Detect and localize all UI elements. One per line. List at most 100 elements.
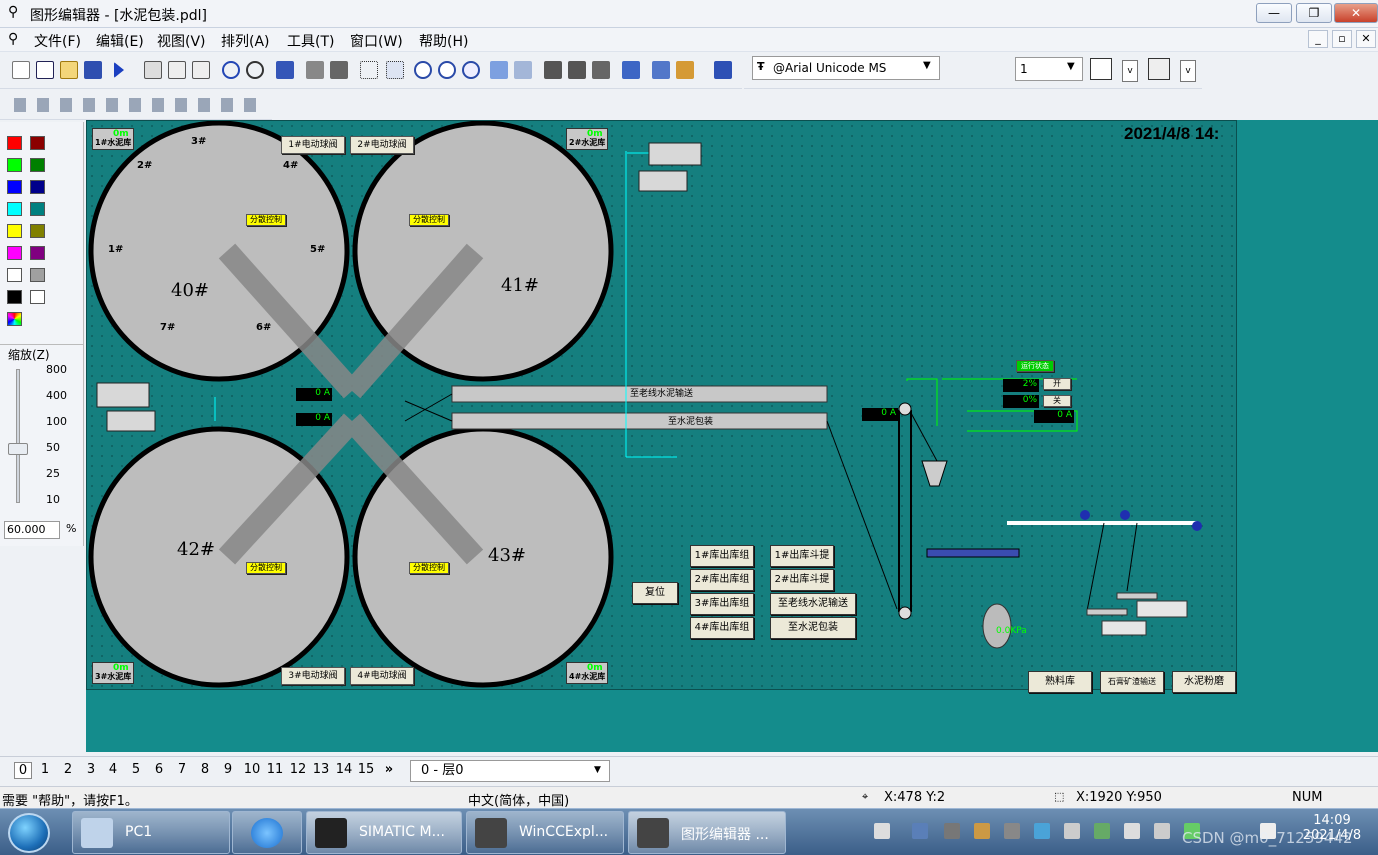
tray-app-icon[interactable] <box>1004 823 1020 839</box>
color-swatch[interactable] <box>30 268 45 282</box>
new-icon[interactable] <box>12 61 30 79</box>
chevron-down-icon[interactable]: v <box>1180 60 1196 82</box>
zoom-mark[interactable]: 800 <box>46 363 67 376</box>
menu-file[interactable]: 文件(F) <box>34 31 81 51</box>
undo-icon[interactable] <box>222 61 240 79</box>
redo-icon[interactable] <box>246 61 264 79</box>
fill-icon[interactable] <box>1148 58 1170 80</box>
menu-arrange[interactable]: 排列(A) <box>221 31 270 51</box>
mdi-restore-button[interactable]: ▫ <box>1332 30 1352 48</box>
valve-4-button[interactable]: 4#电动球阀 <box>350 667 414 685</box>
tray-app-icon[interactable] <box>1154 823 1170 839</box>
color-swatch[interactable] <box>30 224 45 238</box>
print-icon[interactable] <box>276 61 294 79</box>
tray-app-icon[interactable] <box>912 823 928 839</box>
color-swatch[interactable] <box>30 180 45 194</box>
layer-tab[interactable]: 2 <box>59 762 77 777</box>
silo-group-2-button[interactable]: 2#库出库组 <box>690 569 754 591</box>
layer-tab[interactable]: 4 <box>104 762 122 777</box>
menu-help[interactable]: 帮助(H) <box>419 31 468 51</box>
cut-icon[interactable] <box>144 61 162 79</box>
layer-tab[interactable]: 10 <box>243 762 261 777</box>
layers-icon[interactable] <box>622 61 640 79</box>
layer-tab[interactable]: 5 <box>127 762 145 777</box>
clinker-nav-button[interactable]: 熟料库 <box>1028 671 1092 693</box>
color-picker-icon[interactable] <box>490 61 508 79</box>
layer-tab[interactable]: 7 <box>173 762 191 777</box>
layer-tab[interactable]: 13 <box>312 762 330 777</box>
mirror-horizontal-icon[interactable] <box>568 61 586 79</box>
zoom-slider-track[interactable] <box>16 369 20 503</box>
color-swatch[interactable] <box>30 136 45 150</box>
mdi-minimize-button[interactable]: _ <box>1308 30 1328 48</box>
valve-2-button[interactable]: 2#电动球阀 <box>350 136 414 154</box>
old-line-conveyor-button[interactable]: 至老线水泥输送 <box>770 593 856 615</box>
volume-icon[interactable] <box>1124 823 1140 839</box>
zoom-mark[interactable]: 100 <box>46 415 67 428</box>
layer-tab[interactable]: 15 <box>357 762 375 777</box>
task-wincc-explorer[interactable]: WinCCExpl... <box>466 811 624 854</box>
zoom-slider-thumb[interactable] <box>8 443 28 455</box>
menu-edit[interactable]: 编辑(E) <box>96 31 144 51</box>
open-icon[interactable] <box>60 61 78 79</box>
layer-more-button[interactable]: » <box>380 762 398 777</box>
tray-app-icon[interactable] <box>974 823 990 839</box>
zoom-mark[interactable]: 50 <box>46 441 60 454</box>
zoom-value-input[interactable]: 60.000 <box>4 521 60 539</box>
keyboard-icon[interactable] <box>874 823 890 839</box>
close-valve-button[interactable]: 关 <box>1043 395 1071 407</box>
zoom-fit-icon[interactable] <box>462 61 480 79</box>
alignment-icons[interactable] <box>14 98 262 112</box>
layer-tab[interactable]: 1 <box>36 762 54 777</box>
custom-color-icon[interactable] <box>7 312 22 326</box>
chevron-down-icon[interactable]: ▼ <box>923 60 931 71</box>
color-swatch[interactable] <box>7 268 22 282</box>
layer-tab[interactable]: 11 <box>266 762 284 777</box>
grid-icon[interactable] <box>360 61 378 79</box>
layer-tab[interactable]: 14 <box>335 762 353 777</box>
image-icon[interactable] <box>676 61 694 79</box>
color-swatch[interactable] <box>7 224 22 238</box>
color-swatch[interactable] <box>30 202 45 216</box>
tray-app-icon[interactable] <box>1064 823 1080 839</box>
elevator-2-button[interactable]: 2#出库斗提 <box>770 569 834 591</box>
mdi-close-button[interactable]: ✕ <box>1356 30 1376 48</box>
mirror-vertical-icon[interactable] <box>544 61 562 79</box>
mill-nav-button[interactable]: 水泥粉磨 <box>1172 671 1236 693</box>
reset-button[interactable]: 复位 <box>632 582 678 604</box>
task-pc1[interactable]: PC1 <box>72 811 230 854</box>
layer-tab[interactable]: 9 <box>219 762 237 777</box>
packaging-button[interactable]: 至水泥包装 <box>770 617 856 639</box>
start-button[interactable] <box>8 813 50 853</box>
menu-view[interactable]: 视图(V) <box>157 31 206 51</box>
valve-3-button[interactable]: 3#电动球阀 <box>281 667 345 685</box>
help-pointer-icon[interactable] <box>714 61 732 79</box>
open-button[interactable]: 开 <box>1043 378 1071 390</box>
layer-tab[interactable]: 12 <box>289 762 307 777</box>
paste-icon[interactable] <box>192 61 210 79</box>
zoom-mark[interactable]: 25 <box>46 467 60 480</box>
layer-tab[interactable]: 3 <box>82 762 100 777</box>
task-simatic[interactable]: SIMATIC M... <box>306 811 462 854</box>
chevron-down-icon[interactable]: ▼ <box>594 765 601 775</box>
layer-tab[interactable]: 6 <box>150 762 168 777</box>
color-swatch[interactable] <box>7 180 22 194</box>
zoom-in-icon[interactable] <box>414 61 432 79</box>
menu-window[interactable]: 窗口(W) <box>350 31 403 51</box>
font-family-select[interactable]: @Arial Unicode MS <box>752 56 940 80</box>
packer-line[interactable] <box>921 460 1202 649</box>
color-swatch[interactable] <box>7 202 22 216</box>
restore-button[interactable]: ❐ <box>1296 3 1332 23</box>
bring-front-icon[interactable] <box>306 61 324 79</box>
menu-tools[interactable]: 工具(T) <box>287 31 334 51</box>
layer-tab[interactable]: 0 <box>14 762 32 779</box>
chevron-down-icon[interactable]: ▼ <box>1067 61 1075 72</box>
snap-grid-icon[interactable] <box>386 61 404 79</box>
elevator[interactable] <box>826 402 938 620</box>
color-swatch[interactable] <box>7 290 22 304</box>
elevator-1-button[interactable]: 1#出库斗提 <box>770 545 834 567</box>
system-clock[interactable]: 14:09 2021/4/8 <box>1290 813 1374 843</box>
tray-app-icon[interactable] <box>944 823 960 839</box>
color-swatch[interactable] <box>30 158 45 172</box>
layer-select[interactable]: 0 - 层0 <box>410 760 610 782</box>
